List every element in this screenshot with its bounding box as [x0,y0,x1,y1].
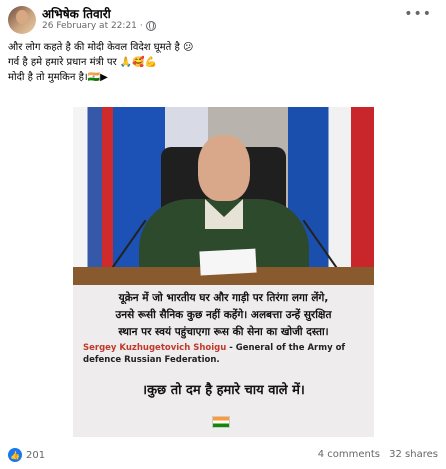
comments-count[interactable]: 4 comments [318,449,380,460]
post-text: और लोग कहते है की मोदी केवल विदेश घूमते … [8,40,428,85]
post-text-line: मोदी है तो मुमकिन है।🇮🇳▶ [8,72,108,83]
indian-flag-icon [212,416,230,428]
author-name[interactable]: अभिषेक तिवारी [42,5,111,22]
reaction-count: 201 [26,449,46,461]
image-quote: यूक्रेन में जो भारतीय घर और गाड़ी पर तिर… [73,290,374,341]
more-options-icon[interactable]: ••• [404,6,432,22]
attribution: Sergey Kuzhugetovich Shoigu - General of… [83,342,373,366]
person-name: Sergey Kuzhugetovich Shoigu [83,343,227,353]
globe-icon [145,21,156,31]
post-text-line: गर्व है हमे हमारे प्रधान मंत्री पर 🙏🥰💪 [8,57,158,68]
post-text-line: और लोग कहते है की मोदी केवल विदेश घूमते … [8,42,194,53]
post-image[interactable]: यूक्रेन में जो भारतीय घर और गाड़ी पर तिर… [73,107,374,437]
shares-count[interactable]: 32 shares [389,449,438,460]
author-avatar[interactable] [8,6,36,34]
official-photo [73,107,374,285]
like-reaction-icon: 👍 [8,448,22,462]
face [198,135,250,201]
separator-dot: · [139,21,143,31]
post-meta: 26 February at 22:21 · [42,21,156,31]
image-tagline: ।कुछ तो दम है हमारे चाय वाले में। [142,383,305,398]
facebook-post-card: अभिषेक तिवारी 26 February at 22:21 · •••… [0,0,446,469]
post-stats: 4 comments 32 shares [312,449,438,460]
paper [199,248,257,276]
post-timestamp[interactable]: 26 February at 22:21 [42,21,137,31]
quote-line: स्थान पर स्वयं पहुंचाएगा रूस की सेना का … [118,326,329,338]
quote-line: उनसे रूसी सैनिक कुछ नहीं कहेंगे। अलबत्ता… [115,309,332,321]
quote-line: यूक्रेन में जो भारतीय घर और गाड़ी पर तिर… [118,292,329,304]
reactions[interactable]: 👍 201 [8,448,45,462]
